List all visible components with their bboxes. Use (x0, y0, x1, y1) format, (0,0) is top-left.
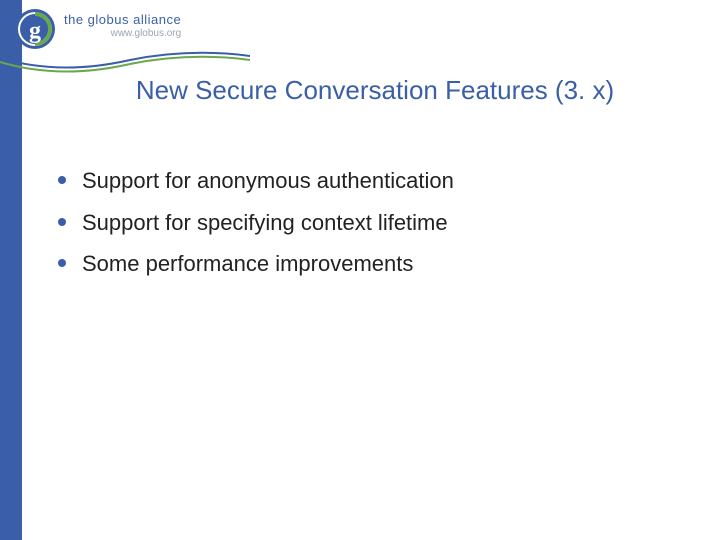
list-item: Some performance improvements (58, 249, 668, 279)
bullet-icon (58, 259, 66, 267)
slide-title: New Secure Conversation Features (3. x) (80, 74, 670, 107)
svg-text:g: g (29, 18, 41, 44)
bullet-text: Support for specifying context lifetime (82, 208, 448, 238)
globus-g-icon: g (12, 6, 58, 52)
bullet-text: Some performance improvements (82, 249, 413, 279)
globus-logo: g the globus alliance www.globus.org (12, 6, 181, 52)
logo-url-text: www.globus.org (111, 28, 182, 39)
logo-alliance-text: the globus alliance (64, 12, 181, 27)
bullet-icon (58, 176, 66, 184)
left-accent-bar (0, 0, 22, 540)
bullet-text: Support for anonymous authentication (82, 166, 454, 196)
bullet-icon (58, 218, 66, 226)
list-item: Support for specifying context lifetime (58, 208, 668, 238)
bullet-list: Support for anonymous authentication Sup… (58, 166, 668, 291)
list-item: Support for anonymous authentication (58, 166, 668, 196)
